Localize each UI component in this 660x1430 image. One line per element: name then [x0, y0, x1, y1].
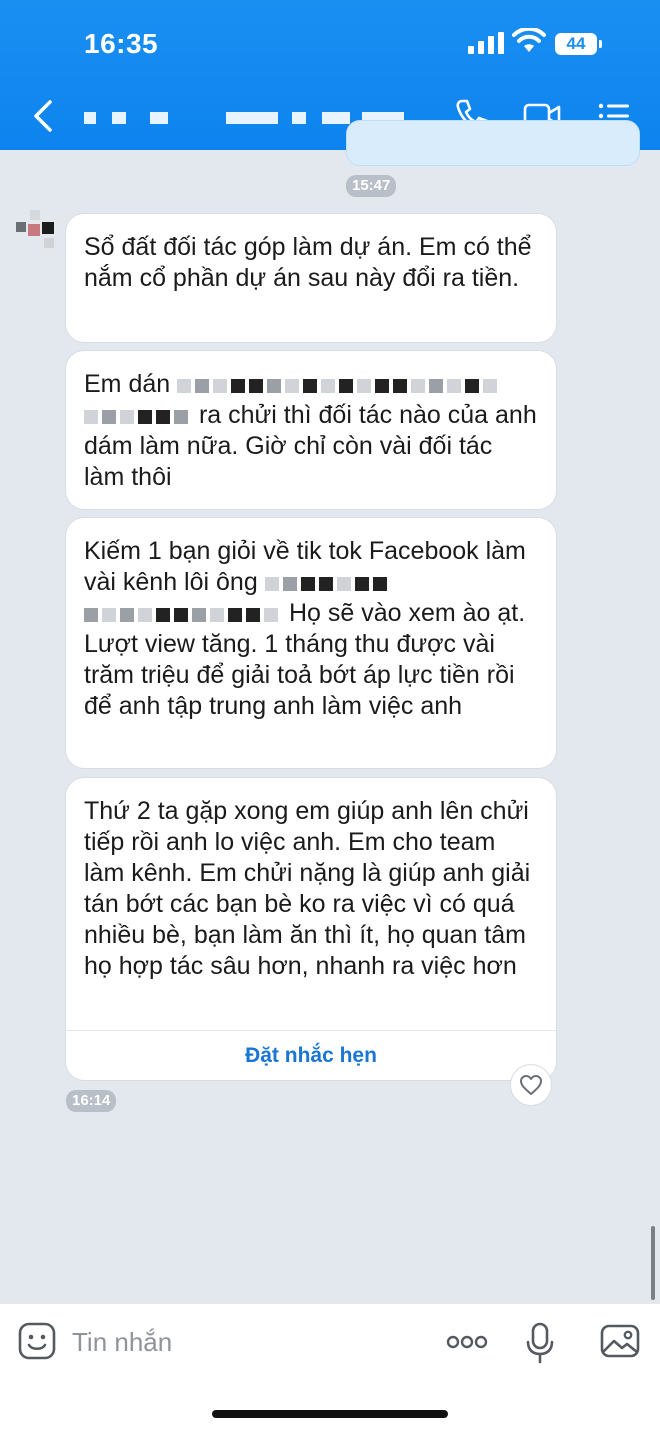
redacted-text: [84, 599, 282, 623]
redacted-text: [264, 568, 391, 592]
avatar[interactable]: [14, 210, 56, 252]
microphone-icon[interactable]: [526, 1322, 554, 1364]
message-bubble[interactable]: Em dán ra chửi thì đối tác nào của anh d…: [66, 351, 556, 509]
more-dots-icon[interactable]: [446, 1332, 488, 1352]
message-bubble[interactable]: Kiếm 1 bạn giỏi về tik tok Facebook làm …: [66, 518, 556, 768]
status-time: 16:35: [84, 28, 159, 59]
emoji-icon[interactable]: [18, 1322, 56, 1360]
scrollbar[interactable]: [651, 1226, 655, 1300]
react-button[interactable]: [510, 1064, 552, 1106]
message-text: Sổ đất đối tác góp làm dự án. Em có thể …: [84, 233, 532, 292]
message-input[interactable]: [72, 1324, 402, 1360]
timestamp: 16:14: [66, 1090, 117, 1112]
message-bubble[interactable]: Thứ 2 ta gặp xong em giúp anh lên chửi t…: [66, 778, 556, 1080]
redacted-text: [84, 401, 192, 425]
cellular-signal-icon: [468, 32, 504, 54]
timestamp: 15:47: [346, 175, 397, 197]
chevron-left-icon[interactable]: [30, 98, 58, 134]
message-text: Thứ 2 ta gặp xong em giúp anh lên chửi t…: [84, 797, 531, 980]
message-text: Em dán: [84, 370, 171, 398]
set-reminder-button[interactable]: Đặt nhắc hẹn: [66, 1030, 556, 1080]
image-icon[interactable]: [600, 1322, 640, 1360]
previous-message-bubble[interactable]: [346, 120, 640, 166]
redacted-text: [177, 370, 501, 394]
home-indicator[interactable]: [212, 1410, 448, 1418]
message-bubble[interactable]: Sổ đất đối tác góp làm dự án. Em có thể …: [66, 214, 556, 342]
wifi-icon: [512, 28, 546, 52]
heart-icon: [520, 1075, 542, 1095]
battery-icon: 44: [555, 33, 602, 55]
